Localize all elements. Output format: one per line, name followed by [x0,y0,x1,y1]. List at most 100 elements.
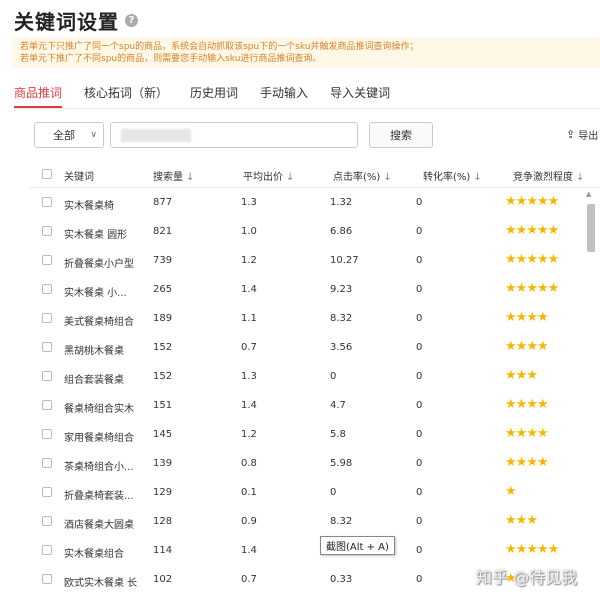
sort-arrow-icon[interactable]: ↓ [473,172,481,183]
cell-cvr: 0 [416,574,423,585]
cell-avg-bid: 1.2 [241,255,257,266]
sort-arrow-icon[interactable]: ↓ [383,172,391,183]
scroll-up-icon[interactable]: ▲ [586,190,591,198]
tab-bar: 商品推词 核心拓词（新） 历史用词 手动输入 导入关键词 [14,84,412,108]
cell-search-volume: 151 [153,400,173,411]
cell-avg-bid: 1.2 [241,429,257,440]
help-circle-icon[interactable]: ? [125,14,138,27]
sort-arrow-icon[interactable]: ↓ [186,172,194,183]
row-checkbox[interactable] [42,458,52,468]
row-checkbox[interactable] [42,342,52,352]
star-icon: ★ [526,223,538,238]
table-row[interactable]: 折叠桌椅套装... 129 0.1 0 0 ★ [30,478,590,507]
page-title: 关键词设置 [14,10,119,34]
cell-keyword: 折叠桌椅套装... [64,491,134,502]
table-row[interactable]: 实木餐桌 圆形 821 1.0 6.86 0 ★★★★★ [30,217,590,246]
scrollbar[interactable]: ▲ [586,190,596,590]
cell-keyword: 实木餐桌 圆形 [64,230,128,241]
scope-select[interactable]: 全部 ∨ [34,122,104,148]
table-row[interactable]: 实木餐桌椅 877 1.3 1.32 0 ★★★★★ [30,188,590,217]
search-input[interactable] [110,122,358,148]
column-avg-bid[interactable]: 平均出价 ↓ [243,168,294,183]
cell-cvr: 0 [416,197,423,208]
star-icon: ★ [526,513,538,528]
select-all-checkbox[interactable] [42,169,52,179]
row-checkbox[interactable] [42,516,52,526]
table-row[interactable]: 折叠餐桌小户型 739 1.2 10.27 0 ★★★★★ [30,246,590,275]
row-checkbox[interactable] [42,313,52,323]
tab-history[interactable]: 历史用词 [190,84,238,108]
star-icon: ★ [505,310,517,325]
column-cvr[interactable]: 转化率(%) ↓ [423,168,482,183]
cell-search-volume: 139 [153,458,173,469]
cell-avg-bid: 0.9 [241,516,257,527]
star-icon: ★ [515,223,528,238]
row-checkbox[interactable] [42,429,52,439]
sort-arrow-icon[interactable]: ↓ [576,172,584,183]
cell-ctr: 0 [330,371,337,382]
cell-cvr: 0 [416,458,423,469]
cell-avg-bid: 1.3 [241,371,257,382]
row-checkbox[interactable] [42,400,52,410]
row-checkbox[interactable] [42,545,52,555]
table-header: 关键词 搜索量 ↓ 平均出价 ↓ 点击率(%) ↓ 转化率(%) ↓ 竞争激烈程度 ↓ [30,160,600,188]
column-ctr[interactable]: 点击率(%) ↓ [333,168,392,183]
star-icon: ★ [505,542,517,557]
table-row[interactable]: 茶桌椅组合小... 139 0.8 5.98 0 ★★★★ [30,449,590,478]
column-search-volume[interactable]: 搜索量 ↓ [153,168,194,183]
star-icon: ★ [505,252,517,267]
redacted-text [121,129,191,142]
scrollbar-thumb[interactable] [587,204,595,252]
star-icon: ★ [536,542,549,557]
star-icon: ★ [536,223,549,238]
screenshot-tooltip: 截图(Alt + A) [320,536,395,555]
tab-manual-input[interactable]: 手动输入 [260,84,308,108]
tab-import-keywords[interactable]: 导入关键词 [330,84,390,108]
star-icon: ★ [515,281,528,296]
star-icon: ★ [526,339,538,354]
tab-product-keywords[interactable]: 商品推词 [14,84,63,108]
table-row[interactable]: 餐桌椅组合实木 151 1.4 4.7 0 ★★★★ [30,391,590,420]
star-icon: ★ [515,310,528,325]
tab-core-expand[interactable]: 核心拓词（新） [84,84,168,108]
cell-ctr: 10.27 [330,255,359,266]
scope-select-value: 全部 [53,129,75,142]
row-checkbox[interactable] [42,371,52,381]
table-row[interactable]: 实木餐桌 小... 265 1.4 9.23 0 ★★★★★ [30,275,590,304]
row-checkbox[interactable] [42,197,52,207]
cell-avg-bid: 0.7 [241,574,257,585]
search-button[interactable]: 搜索 [369,122,433,148]
table-row[interactable]: 美式餐桌椅组合 189 1.1 8.32 0 ★★★★ [30,304,590,333]
row-checkbox[interactable] [42,284,52,294]
table-row[interactable]: 家用餐桌椅组合 145 1.2 5.8 0 ★★★★ [30,420,590,449]
cell-keyword: 实木餐桌椅 [64,201,114,212]
column-avg-bid-label: 平均出价 [243,172,283,183]
table-row[interactable]: 酒店餐桌大圆桌 128 0.9 8.32 0 ★★★ [30,507,590,536]
cell-cvr: 0 [416,400,423,411]
star-icon: ★ [547,194,560,209]
title-row: 关键词设置 ? [14,6,138,35]
notice-line-1: 若单元下只推广了同一个spu的商品，系统会自动抓取该spu下的一个sku并触发商… [20,42,419,52]
row-checkbox[interactable] [42,255,52,265]
competition-stars: ★★★★★ [505,281,560,296]
keyword-table-body: 实木餐桌椅 877 1.3 1.32 0 ★★★★★ 实木餐桌 圆形 821 1.0 6.86 0 ★… [30,188,590,594]
sort-arrow-icon[interactable]: ↓ [286,172,294,183]
export-button[interactable]: ⇪ 导出 [566,127,598,142]
table-row[interactable]: 实木餐桌组合 114 1.4 0 ★★★★★ [30,536,590,565]
cell-keyword: 黑胡桃木餐桌 [64,346,124,357]
cell-avg-bid: 1.4 [241,400,257,411]
row-checkbox[interactable] [42,574,52,584]
cell-cvr: 0 [416,255,423,266]
row-checkbox[interactable] [42,226,52,236]
star-icon: ★ [536,397,549,412]
star-icon: ★ [547,281,560,296]
cell-cvr: 0 [416,429,423,440]
table-row[interactable]: 黑胡桃木餐桌 152 0.7 3.56 0 ★★★★ [30,333,590,362]
column-search-volume-label: 搜索量 [153,172,183,183]
column-competition[interactable]: 竞争激烈程度 ↓ [513,168,584,183]
table-row[interactable]: 组合套装餐桌 152 1.3 0 0 ★★★ [30,362,590,391]
cell-ctr: 5.8 [330,429,346,440]
row-checkbox[interactable] [42,487,52,497]
cell-keyword: 美式餐桌椅组合 [64,317,134,328]
cell-search-volume: 152 [153,342,173,353]
